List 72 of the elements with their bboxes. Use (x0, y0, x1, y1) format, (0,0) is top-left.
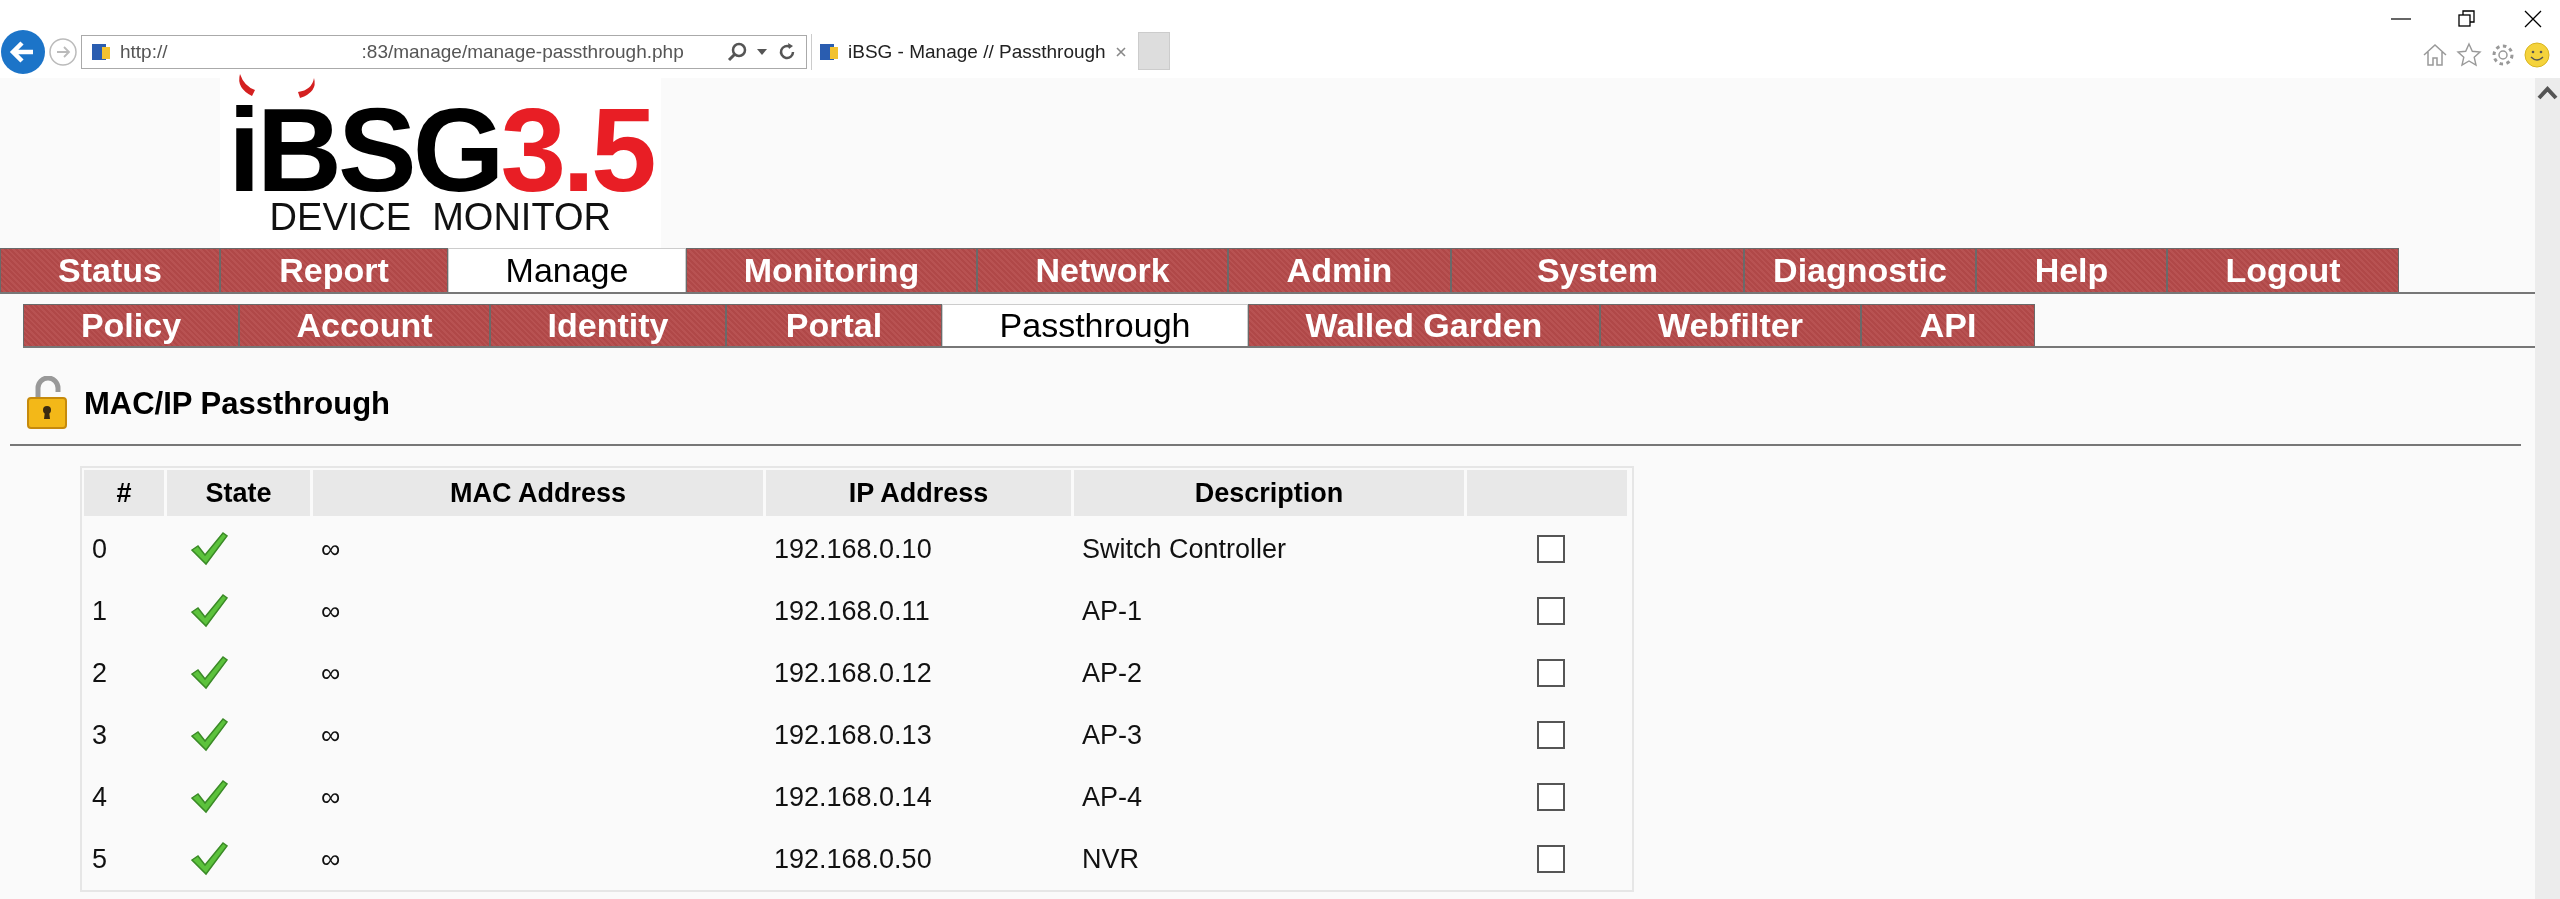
nav-tab[interactable]: Status (0, 248, 220, 292)
nav-tab[interactable]: Manage (448, 248, 686, 292)
nav-tab[interactable]: Diagnostic (1744, 248, 1976, 292)
table-cell-text: ∞ (320, 595, 342, 627)
row-checkbox[interactable] (1537, 597, 1565, 625)
column-header: Description (1074, 470, 1464, 516)
table-cell-text: AP-3 (1081, 719, 1144, 751)
table-cell-text: Switch Controller (1081, 533, 1288, 565)
subnav-tab[interactable]: Account (239, 304, 490, 346)
table-cell-text: AP-2 (1081, 657, 1144, 689)
nav-tab[interactable]: Logout (2167, 248, 2399, 292)
nav-tab[interactable]: Report (220, 248, 448, 292)
browser-tab[interactable]: iBSG - Manage // Passthrough (811, 34, 1134, 70)
page-title: MAC/IP Passthrough (84, 386, 391, 422)
subnav-tab[interactable]: Identity (490, 304, 726, 346)
table-cell-text: 4 (91, 781, 109, 813)
row-checkbox[interactable] (1537, 845, 1565, 873)
nav-tab[interactable]: Monitoring (686, 248, 977, 292)
padlock-icon (26, 376, 70, 432)
dropdown-caret-icon[interactable] (756, 47, 768, 57)
table-cell-text: 0 (91, 533, 109, 565)
table-cell-text: 2 (91, 657, 109, 689)
scrollbar[interactable] (2535, 78, 2560, 899)
column-header: State (167, 470, 310, 516)
table-cell-text: 192.168.0.11 (773, 595, 931, 627)
search-icon[interactable] (726, 41, 748, 63)
url-text: http:// (120, 41, 168, 63)
table-cell-text: ∞ (320, 657, 342, 689)
table-cell-text: AP-1 (1081, 595, 1144, 627)
table-cell-text: 192.168.0.50 (773, 843, 933, 875)
table-cell-text: ∞ (320, 719, 342, 751)
table-cell-text: 1 (91, 595, 109, 627)
subnav-tab[interactable]: Walled Garden (1248, 304, 1600, 346)
restore-icon[interactable] (2456, 8, 2478, 30)
tab-title: iBSG - Manage // Passthrough (848, 41, 1106, 63)
close-icon[interactable] (2522, 8, 2544, 30)
star-icon[interactable] (2456, 42, 2482, 68)
column-header: # (84, 470, 164, 516)
table-cell-text: 5 (91, 843, 109, 875)
site-icon (90, 41, 112, 63)
table-cell-text: NVR (1081, 843, 1140, 875)
table-cell-text: ∞ (320, 533, 342, 565)
table-cell-text: 3 (91, 719, 109, 751)
nav-tab[interactable]: Admin (1228, 248, 1451, 292)
subnav-tab[interactable]: API (1861, 304, 2035, 346)
subnav-tab[interactable]: Webfilter (1600, 304, 1861, 346)
smiley-icon[interactable] (2524, 42, 2550, 68)
table-cell-text: 192.168.0.12 (773, 657, 933, 689)
table-cell-text: ∞ (320, 781, 342, 813)
table-cell-text: ∞ (320, 843, 342, 875)
nav-tab[interactable]: Network (977, 248, 1228, 292)
table-cell-text: AP-4 (1081, 781, 1144, 813)
nav-tab[interactable]: Help (1976, 248, 2167, 292)
table-cell-text: 192.168.0.13 (773, 719, 933, 751)
url-text: :83/manage/manage-passthrough.php (361, 41, 684, 63)
home-icon[interactable] (2422, 42, 2448, 68)
row-checkbox[interactable] (1537, 659, 1565, 687)
row-checkbox[interactable] (1537, 721, 1565, 749)
column-header: MAC Address (313, 470, 763, 516)
subnav-tab[interactable]: Policy (23, 304, 239, 346)
site-icon (818, 41, 840, 63)
column-header: IP Address (766, 470, 1071, 516)
subnav-tab[interactable]: Portal (726, 304, 942, 346)
nav-tab[interactable]: System (1451, 248, 1744, 292)
back-button[interactable] (1, 30, 45, 74)
row-checkbox[interactable] (1537, 535, 1565, 563)
settings-icon[interactable] (2490, 42, 2516, 68)
address-bar[interactable]: http:// :83/manage/manage-passthrough.php (81, 35, 807, 69)
subnav-tab[interactable]: Passthrough (942, 304, 1248, 346)
table-cell-text: 192.168.0.14 (773, 781, 933, 813)
table-cell-text: 192.168.0.10 (773, 533, 933, 565)
row-checkbox[interactable] (1537, 783, 1565, 811)
